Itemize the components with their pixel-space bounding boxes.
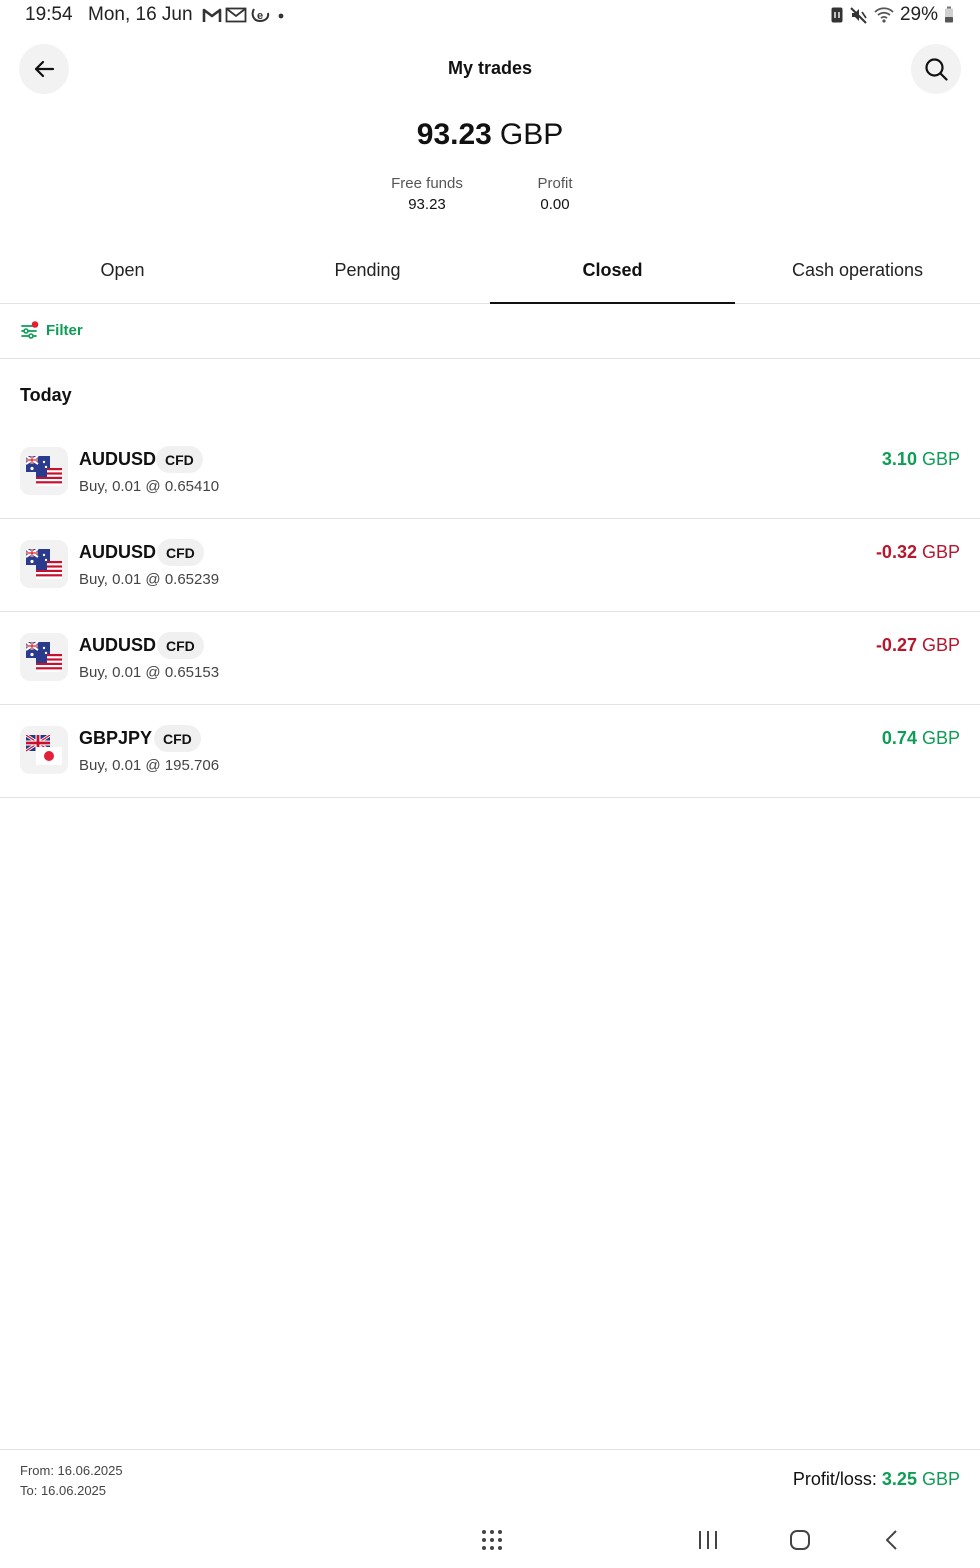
trade-profit-loss: -0.32 GBP [876, 542, 960, 563]
summary-footer: From: 16.06.2025 To: 16.06.2025 Profit/l… [0, 1449, 980, 1509]
status-bar: 19:54 Mon, 16 Jun e 29% [0, 0, 980, 30]
trade-row[interactable]: AUDUSD CFD Buy, 0.01 @ 0.65239 -0.32 GBP [0, 519, 980, 612]
trade-profit-loss: 0.74 GBP [882, 728, 960, 749]
home-icon [790, 1530, 810, 1550]
pl-currency: GBP [921, 542, 960, 562]
instrument-badge: CFD [156, 446, 203, 473]
pl-currency: GBP [921, 449, 960, 469]
svg-text:e: e [257, 10, 263, 22]
free-funds-label: Free funds [391, 175, 463, 192]
trade-profit-loss: 3.10 GBP [882, 449, 960, 470]
apps-grid-button[interactable] [472, 1524, 512, 1556]
pair-flags-icon [20, 447, 68, 495]
wifi-icon [874, 7, 894, 23]
trade-row[interactable]: AUDUSD CFD Buy, 0.01 @ 0.65410 3.10 GBP [0, 426, 980, 519]
mute-icon [850, 7, 867, 24]
trade-tabs: Open Pending Closed Cash operations [0, 246, 980, 304]
battery-percent: 29% [899, 4, 938, 25]
instrument-badge: CFD [157, 539, 204, 566]
back-nav-button[interactable] [872, 1524, 912, 1556]
recents-button[interactable] [688, 1524, 728, 1556]
trade-symbol: AUDUSD [79, 542, 157, 562]
pair-flags-icon [20, 633, 68, 681]
trade-details: Buy, 0.01 @ 0.65410 [79, 478, 220, 495]
gmail-outline-icon [225, 7, 247, 23]
total-pl-value: 3.25 [881, 1469, 917, 1489]
search-button[interactable] [911, 44, 961, 94]
pl-value: 3.10 [881, 449, 917, 469]
profit-label: Profit [537, 175, 573, 192]
trade-symbol: AUDUSD [79, 635, 157, 655]
total-pl-label: Profit/loss: [792, 1469, 877, 1489]
date-to: To: 16.06.2025 [20, 1483, 107, 1498]
page-title: My trades [447, 58, 533, 78]
pl-value: -0.27 [875, 635, 917, 655]
status-time: 19:54 [25, 4, 73, 25]
status-date: Mon, 16 Jun [88, 4, 193, 25]
trade-symbol: AUDUSD [79, 449, 157, 469]
filter-button[interactable]: Filter [20, 321, 83, 339]
pair-flags-icon [20, 726, 68, 774]
section-title-today: Today [20, 385, 72, 405]
pl-value: 0.74 [881, 728, 917, 748]
filter-bar: Filter [0, 304, 980, 359]
profit-value: 0.00 [540, 196, 570, 213]
trade-row[interactable]: GBPJPY CFD Buy, 0.01 @ 195.706 0.74 GBP [0, 705, 980, 798]
gmail-icon [202, 8, 222, 22]
trade-row[interactable]: AUDUSD CFD Buy, 0.01 @ 0.65153 -0.27 GBP [0, 612, 980, 705]
pl-currency: GBP [921, 728, 960, 748]
battery-icon [945, 6, 953, 23]
tab-cash-operations[interactable]: Cash operations [735, 246, 980, 303]
total-profit-loss: Profit/loss: 3.25 GBP [793, 1469, 960, 1490]
back-icon [886, 1530, 897, 1550]
notification-icons: e [202, 4, 287, 26]
trade-details: Buy, 0.01 @ 0.65239 [79, 571, 220, 588]
pl-currency: GBP [921, 635, 960, 655]
profit-stat: Profit 0.00 [510, 175, 600, 213]
total-pl-currency: GBP [921, 1469, 960, 1489]
sliders-icon [21, 321, 39, 339]
pl-value: -0.32 [875, 542, 917, 562]
trade-details: Buy, 0.01 @ 0.65153 [79, 664, 220, 681]
apps-grid-icon [482, 1530, 502, 1550]
instrument-badge: CFD [157, 632, 204, 659]
nfc-icon [831, 7, 843, 23]
balance-currency: GBP [499, 118, 564, 151]
trade-symbol: GBPJPY [79, 728, 153, 748]
trade-profit-loss: -0.27 GBP [876, 635, 960, 656]
tab-pending[interactable]: Pending [245, 246, 490, 303]
pair-flags-icon [20, 540, 68, 588]
date-from: From: 16.06.2025 [20, 1463, 123, 1478]
account-balance: 93.23 GBP [0, 118, 980, 152]
free-funds-stat: Free funds 93.23 [377, 175, 477, 213]
instrument-badge: CFD [154, 725, 201, 752]
search-icon [925, 58, 948, 81]
app-e-icon: e [251, 8, 270, 23]
tab-closed[interactable]: Closed [490, 246, 735, 304]
more-dot-icon [278, 13, 284, 19]
free-funds-value: 93.23 [408, 196, 446, 213]
system-nav-bar [0, 1512, 980, 1568]
recents-icon [699, 1531, 717, 1549]
balance-amount: 93.23 [416, 118, 492, 151]
trade-details: Buy, 0.01 @ 195.706 [79, 757, 220, 774]
filter-label: Filter [46, 321, 83, 339]
system-status: 29% [830, 3, 954, 27]
closed-trades-list: AUDUSD CFD Buy, 0.01 @ 0.65410 3.10 GBP … [0, 426, 980, 798]
home-button[interactable] [780, 1524, 820, 1556]
tab-open[interactable]: Open [0, 246, 245, 303]
